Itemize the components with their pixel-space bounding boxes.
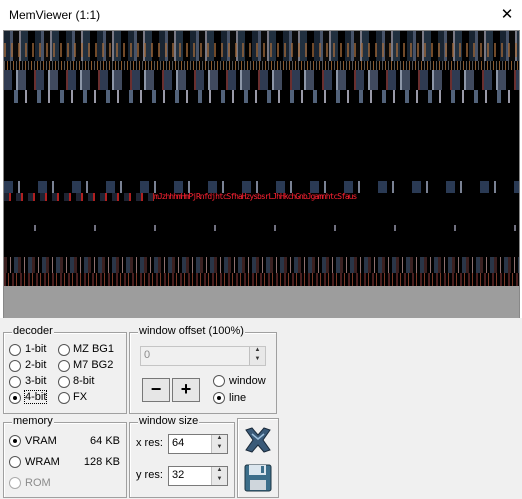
memory-rom-label: ROM [25, 477, 51, 489]
offset-decrease-button[interactable]: − [142, 378, 170, 402]
decoder-4bit-radio[interactable] [9, 392, 21, 404]
decoder-mzbg1-radio[interactable] [58, 344, 70, 356]
offset-line-label[interactable]: line [229, 392, 246, 404]
decoder-1bit-label[interactable]: 1-bit [25, 343, 46, 355]
tile-band [4, 193, 154, 201]
x-res-up-arrow-icon[interactable]: ▲ [211, 435, 227, 444]
title-bar: MemViewer (1:1) ✕ [0, 0, 522, 30]
decoder-m7bg2-radio[interactable] [58, 360, 70, 372]
decoder-mzbg1-label[interactable]: MZ BG1 [73, 343, 114, 355]
decoder-8bit-radio[interactable] [58, 376, 70, 388]
offset-increase-button[interactable]: + [172, 378, 200, 402]
decoder-1bit-radio[interactable] [9, 344, 21, 356]
decoder-8bit-label[interactable]: 8-bit [73, 375, 94, 387]
tools-icon [245, 427, 271, 453]
y-res-value: 32 [172, 469, 185, 481]
memory-vram-radio[interactable] [9, 435, 21, 447]
decoder-3bit-radio[interactable] [9, 376, 21, 388]
y-res-up-arrow-icon[interactable]: ▲ [211, 467, 227, 476]
decoder-2bit-label[interactable]: 2-bit [25, 359, 46, 371]
viewer-empty-area [4, 286, 519, 318]
x-res-label: x res: [136, 437, 163, 449]
offset-window-label[interactable]: window [229, 375, 266, 387]
tile-band [4, 225, 519, 231]
decoder-3bit-label[interactable]: 3-bit [25, 375, 46, 387]
save-button[interactable] [241, 461, 275, 495]
window-offset-value: 0 [144, 349, 151, 361]
tile-band [4, 61, 519, 70]
offset-line-radio[interactable] [213, 392, 225, 404]
decoder-4bit-label[interactable]: 4-bit [23, 390, 48, 404]
window-offset-legend: window offset (100%) [138, 325, 245, 337]
decoder-legend: decoder [12, 325, 54, 337]
memory-rom-radio [9, 477, 21, 489]
window-offset-spinbox[interactable]: 0 ▲ ▼ [140, 346, 266, 366]
viewer-text-row: mJzhhhmHmPjRnfdjhtcSfhaHzysbsrLJhHkchGnb… [154, 192, 357, 201]
x-res-value: 64 [172, 437, 185, 449]
save-icon [244, 464, 272, 492]
tile-band [4, 257, 519, 273]
tile-band [4, 70, 519, 90]
close-button[interactable]: ✕ [497, 5, 517, 25]
tile-band [4, 273, 519, 286]
offset-down-arrow-icon[interactable]: ▼ [249, 356, 265, 365]
memory-wram-label[interactable]: WRAM [25, 456, 60, 468]
window-title: MemViewer (1:1) [9, 8, 101, 22]
tools-button[interactable] [241, 423, 275, 457]
y-res-down-arrow-icon[interactable]: ▼ [211, 476, 227, 485]
x-res-spinbox[interactable]: 64 ▲ ▼ [168, 434, 228, 454]
memory-vram-label[interactable]: VRAM [25, 435, 57, 447]
decoder-fx-radio[interactable] [58, 392, 70, 404]
decoder-m7bg2-label[interactable]: M7 BG2 [73, 359, 113, 371]
memory-wram-size: 128 KB [83, 456, 120, 468]
memory-wram-radio[interactable] [9, 456, 21, 468]
decoder-2bit-radio[interactable] [9, 360, 21, 372]
memory-viewer-canvas[interactable]: mJzhhhmHmPjRnfdjhtcSfhaHzysbsrLJhHkchGnb… [3, 30, 520, 319]
tile-band [4, 90, 519, 103]
offset-up-arrow-icon[interactable]: ▲ [249, 347, 265, 356]
offset-window-radio[interactable] [213, 375, 225, 387]
memory-vram-size: 64 KB [90, 435, 120, 447]
decoder-fx-label[interactable]: FX [73, 391, 87, 403]
window-size-legend: window size [138, 415, 200, 427]
tile-band [4, 43, 519, 57]
y-res-spinbox[interactable]: 32 ▲ ▼ [168, 466, 228, 486]
memory-legend: memory [12, 415, 54, 427]
x-res-down-arrow-icon[interactable]: ▼ [211, 444, 227, 453]
y-res-label: y res: [136, 469, 163, 481]
